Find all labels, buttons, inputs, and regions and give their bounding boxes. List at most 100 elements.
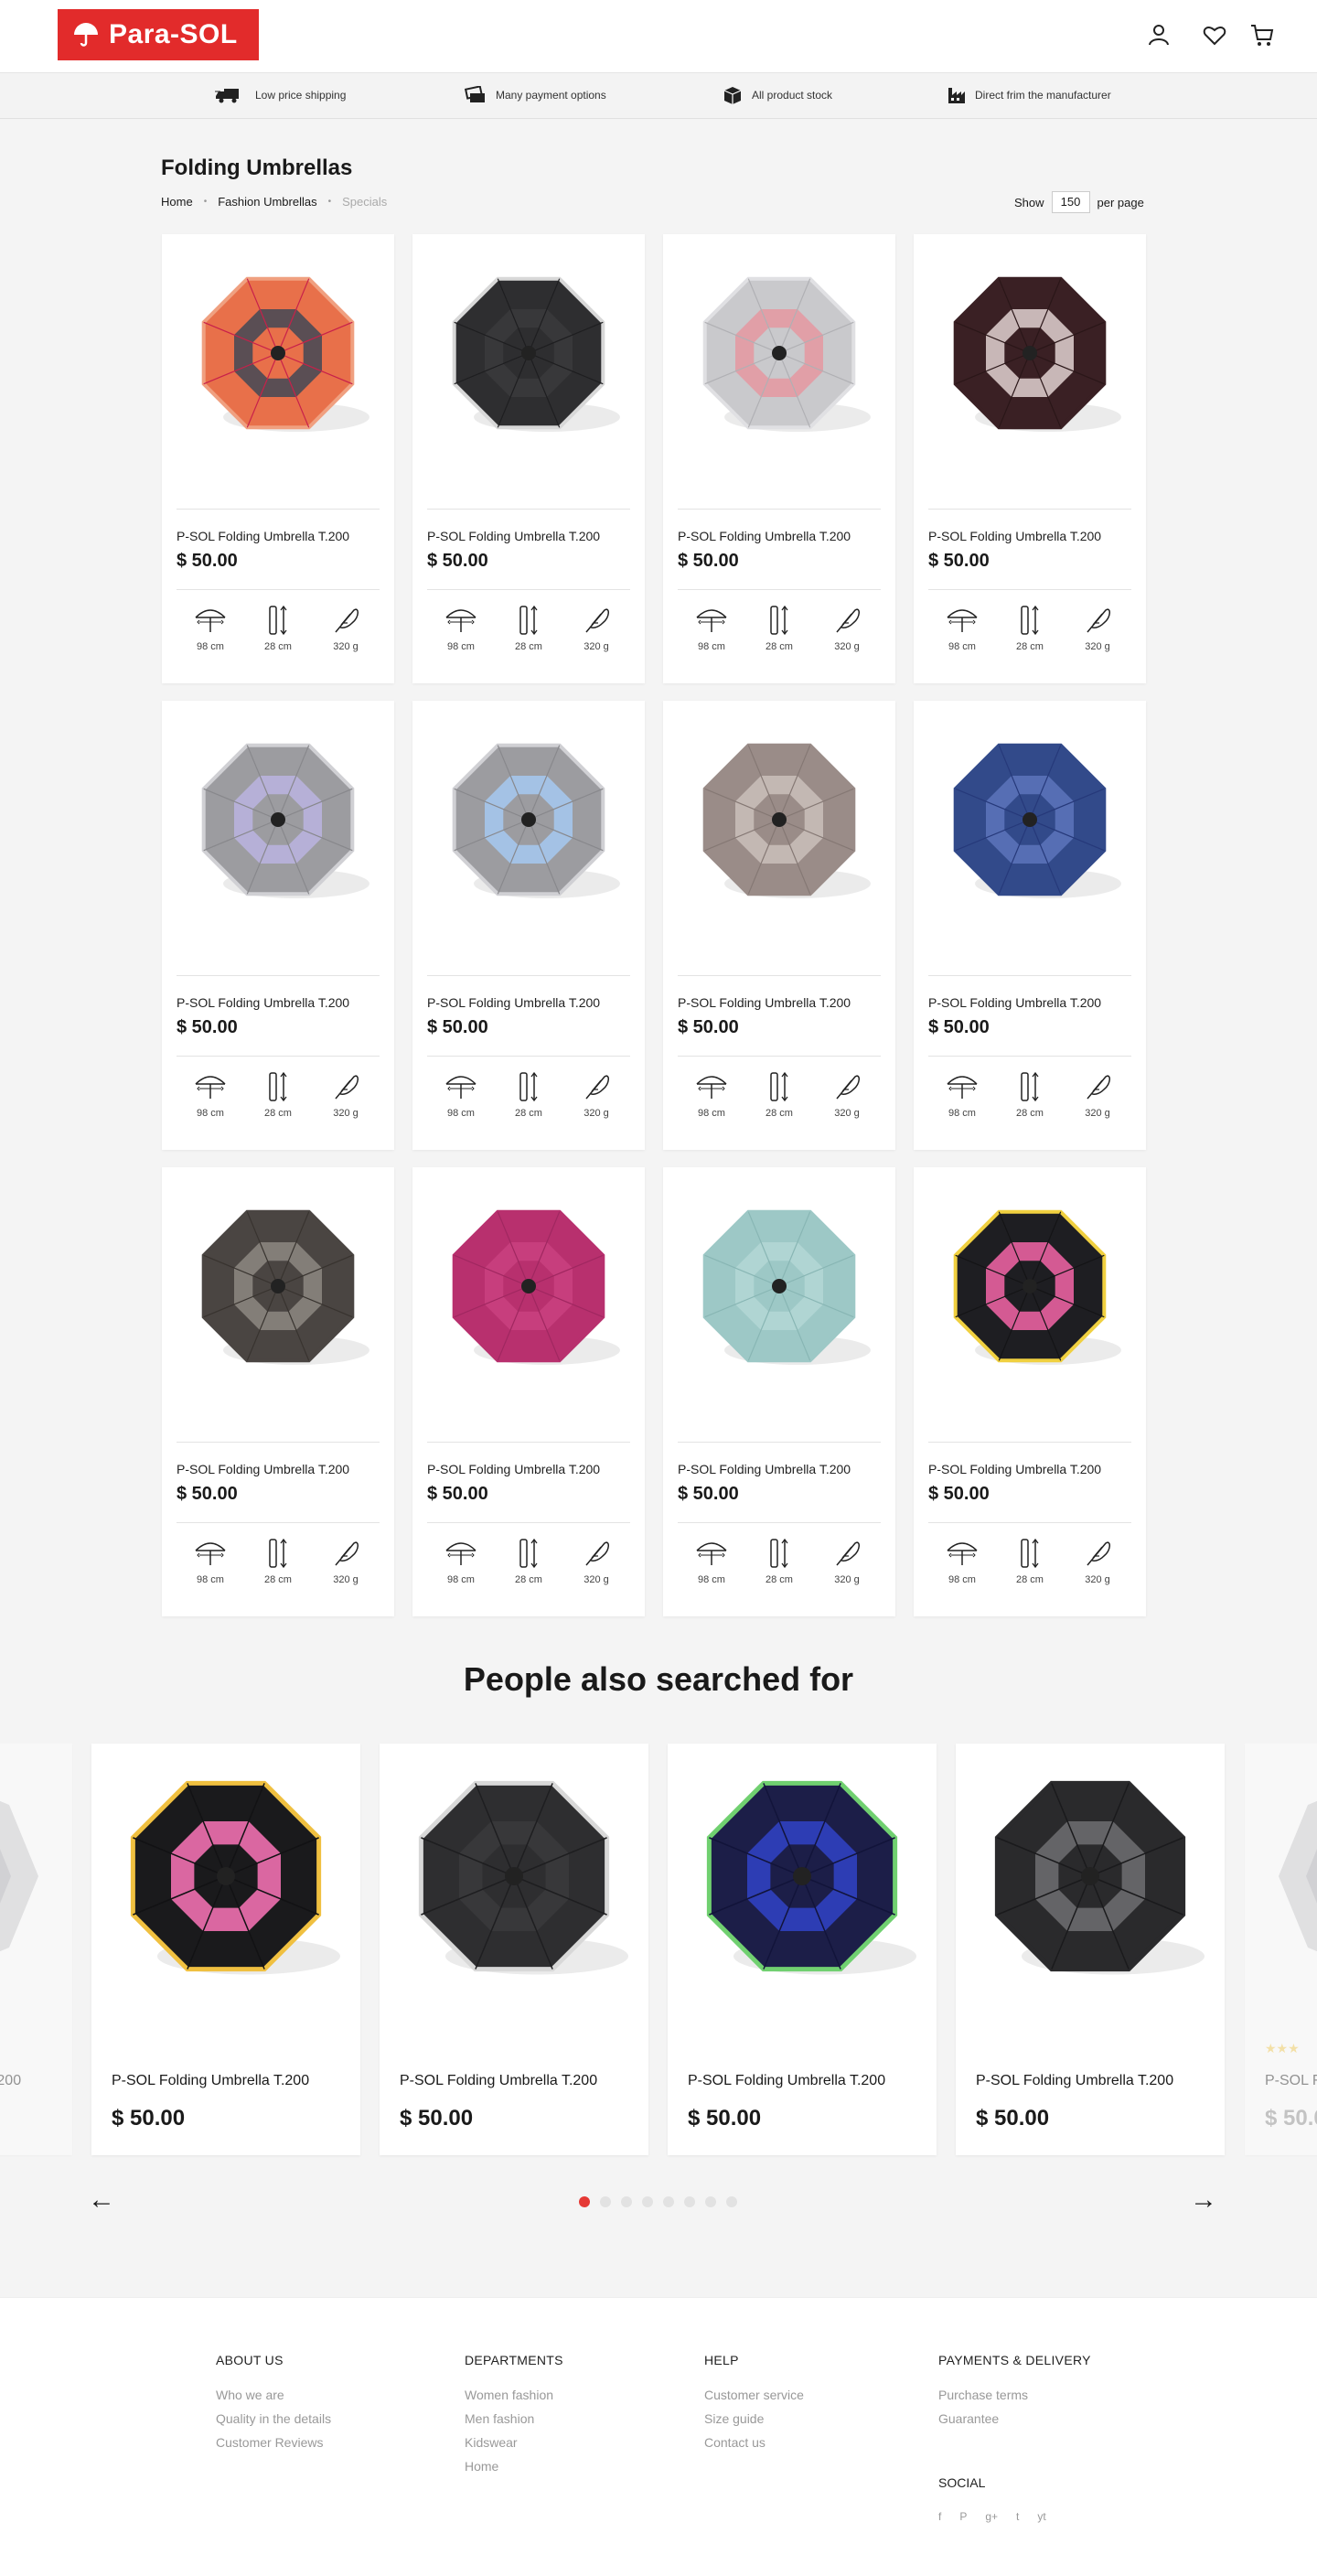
feather-icon — [335, 608, 359, 633]
product-card[interactable]: P-SOL Folding Umbrella T.200 $ 50.00 98 … — [162, 1167, 394, 1616]
umbrella-image — [201, 276, 369, 432]
carousel-card-partial-left[interactable]: P-SOL Folding Umbrella T.200 — [0, 1744, 72, 2155]
carousel-dot[interactable] — [726, 2196, 737, 2207]
carousel-product-card[interactable]: P-SOL Folding Umbrella T.200 $ 50.00 — [91, 1744, 360, 2155]
footer-link[interactable]: Customer service — [704, 2388, 804, 2402]
per-page-input[interactable]: 150 — [1051, 191, 1090, 213]
product-card[interactable]: P-SOL Folding Umbrella T.200 $ 50.00 98 … — [914, 234, 1146, 683]
features-bar: Low price shipping Many payment options … — [0, 73, 1317, 119]
spec-value: 28 cm — [264, 1108, 292, 1119]
product-price: $ 50.00 — [177, 551, 238, 571]
product-card[interactable]: P-SOL Folding Umbrella T.200 $ 50.00 98 … — [162, 234, 394, 683]
spec-diameter: 98 cm — [935, 605, 990, 652]
product-card[interactable]: P-SOL Folding Umbrella T.200 $ 50.00 98 … — [162, 701, 394, 1150]
spec-weight: 320 g — [819, 1538, 874, 1585]
carousel-dot[interactable] — [705, 2196, 716, 2207]
footer-link[interactable]: Who we are — [216, 2388, 331, 2402]
diameter-icon — [195, 1542, 226, 1565]
carousel-dot[interactable] — [684, 2196, 695, 2207]
product-specs: 98 cm 28 cm 320 g — [928, 605, 1131, 652]
user-icon[interactable] — [1146, 22, 1172, 48]
divider — [177, 509, 380, 510]
also-searched-title: People also searched for — [463, 1660, 854, 1698]
feature-label: All product stock — [752, 89, 833, 102]
divider — [427, 1522, 630, 1523]
spec-diameter: 98 cm — [684, 605, 739, 652]
product-price: $ 50.00 — [112, 2106, 186, 2131]
breadcrumb-separator: • — [203, 197, 208, 207]
breadcrumb-home[interactable]: Home — [161, 195, 193, 209]
diameter-icon — [947, 1076, 978, 1099]
footer-link[interactable]: Purchase terms — [938, 2388, 1091, 2402]
spec-value: 98 cm — [948, 1574, 976, 1585]
pinterest-icon[interactable]: P — [959, 2510, 967, 2523]
google-plus-icon[interactable]: g+ — [985, 2510, 998, 2523]
footer-link[interactable]: Size guide — [704, 2411, 804, 2426]
product-card[interactable]: P-SOL Folding Umbrella T.200 $ 50.00 98 … — [914, 701, 1146, 1150]
spec-value: 28 cm — [515, 641, 542, 652]
length-icon — [770, 605, 788, 636]
product-card[interactable]: P-SOL Folding Umbrella T.200 $ 50.00 98 … — [663, 701, 895, 1150]
product-card[interactable]: P-SOL Folding Umbrella T.200 $ 50.00 98 … — [663, 234, 895, 683]
product-card[interactable]: P-SOL Folding Umbrella T.200 $ 50.00 98 … — [412, 701, 645, 1150]
diameter-icon — [947, 609, 978, 632]
heart-icon[interactable] — [1202, 22, 1227, 48]
feature-payment: Many payment options — [465, 86, 606, 104]
divider — [678, 975, 881, 976]
product-image — [679, 1190, 880, 1382]
spec-length: 28 cm — [251, 605, 305, 652]
feature-shipping: Low price shipping — [215, 86, 346, 104]
feather-icon — [585, 608, 609, 633]
footer-link[interactable]: Kidswear — [465, 2435, 563, 2450]
footer-link[interactable]: Contact us — [704, 2435, 804, 2450]
footer-heading: SOCIAL — [938, 2475, 986, 2490]
carousel-dot[interactable] — [642, 2196, 653, 2207]
carousel-next-button[interactable]: → — [1190, 2186, 1217, 2214]
spec-value: 320 g — [584, 1108, 609, 1119]
feather-icon — [1087, 608, 1110, 633]
product-card[interactable]: P-SOL Folding Umbrella T.200 $ 50.00 98 … — [663, 1167, 895, 1616]
product-specs: 98 cm 28 cm 320 g — [427, 605, 630, 652]
footer-link[interactable]: Home — [465, 2459, 563, 2474]
umbrella-image — [702, 743, 871, 898]
brand-logo[interactable]: Para-SOL — [58, 9, 259, 60]
carousel-dot[interactable] — [663, 2196, 674, 2207]
carousel-card-partial-right[interactable]: ★★★ P-SOL Folding Umbrella T.200 $ 50.00 — [1245, 1744, 1317, 2155]
carousel-prev-button[interactable]: ← — [88, 2186, 115, 2214]
footer-link[interactable]: Customer Reviews — [216, 2435, 331, 2450]
carousel-product-card[interactable]: P-SOL Folding Umbrella T.200 $ 50.00 — [956, 1744, 1225, 2155]
footer-link[interactable]: Women fashion — [465, 2388, 563, 2402]
spec-weight: 320 g — [819, 1071, 874, 1119]
divider — [678, 1442, 881, 1443]
footer-link[interactable]: Men fashion — [465, 2411, 563, 2426]
youtube-icon[interactable]: yt — [1037, 2510, 1045, 2523]
per-page-show-label: Show — [1014, 195, 1044, 209]
product-image — [177, 724, 379, 916]
spec-value: 28 cm — [1016, 1108, 1044, 1119]
product-card[interactable]: P-SOL Folding Umbrella T.200 $ 50.00 98 … — [412, 234, 645, 683]
length-icon — [1021, 1071, 1039, 1102]
spec-weight: 320 g — [569, 605, 624, 652]
product-card[interactable]: P-SOL Folding Umbrella T.200 $ 50.00 98 … — [412, 1167, 645, 1616]
carousel-dot[interactable] — [600, 2196, 611, 2207]
spec-length: 28 cm — [1002, 605, 1057, 652]
umbrella-image — [702, 1209, 871, 1365]
product-name: P-SOL Folding Umbrella T.200 — [976, 2073, 1174, 2088]
product-card[interactable]: P-SOL Folding Umbrella T.200 $ 50.00 98 … — [914, 1167, 1146, 1616]
cart-icon[interactable] — [1249, 22, 1275, 48]
carousel-product-card[interactable]: P-SOL Folding Umbrella T.200 $ 50.00 — [380, 1744, 648, 2155]
footer-link[interactable]: Quality in the details — [216, 2411, 331, 2426]
twitter-icon[interactable]: t — [1016, 2510, 1019, 2523]
breadcrumb-current: Specials — [342, 195, 388, 209]
spec-weight: 320 g — [569, 1538, 624, 1585]
carousel-dot[interactable] — [621, 2196, 632, 2207]
length-icon — [1021, 1538, 1039, 1569]
carousel-product-card[interactable]: P-SOL Folding Umbrella T.200 $ 50.00 — [668, 1744, 937, 2155]
length-icon — [770, 1071, 788, 1102]
footer-link[interactable]: Guarantee — [938, 2411, 1091, 2426]
carousel-dot[interactable] — [579, 2196, 590, 2207]
divider — [678, 509, 881, 510]
breadcrumb-fashion[interactable]: Fashion Umbrellas — [218, 195, 316, 209]
facebook-icon[interactable]: f — [938, 2510, 941, 2523]
truck-icon — [215, 89, 239, 103]
